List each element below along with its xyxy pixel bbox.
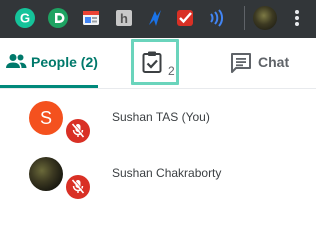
tab-people[interactable]: People (2) (0, 38, 98, 88)
browser-extension-bar: G h (0, 0, 316, 38)
svg-text:h: h (120, 11, 128, 26)
tab-chat-label: Chat (258, 54, 290, 70)
profile-avatar[interactable] (252, 5, 278, 31)
lightning-extension-icon[interactable] (143, 7, 165, 29)
signal-extension-icon[interactable] (206, 7, 228, 29)
h-extension-icon[interactable]: h (113, 7, 135, 29)
list-item[interactable]: S Sushan TAS (You) (0, 94, 316, 150)
participant-name: Sushan TAS (You) (112, 110, 210, 124)
avatar (29, 157, 63, 191)
list-item[interactable]: Sushan Chakraborty (0, 150, 316, 206)
tasks-count: 2 (168, 64, 175, 78)
svg-text:G: G (20, 11, 30, 26)
side-panel-tabs: People (2) 2 Chat (0, 38, 316, 88)
grammarly-extension-icon[interactable]: G (14, 7, 36, 29)
tab-people-label: People (2) (31, 54, 98, 70)
window-extension-icon[interactable] (80, 7, 102, 29)
mic-muted-icon[interactable] (64, 117, 92, 145)
more-options-icon[interactable] (286, 7, 308, 29)
assignment-check-icon (141, 50, 163, 79)
people-icon (5, 53, 27, 74)
avatar: S (29, 101, 63, 135)
toolbar-divider (244, 6, 245, 30)
tab-chat[interactable]: Chat (228, 38, 316, 88)
mic-muted-icon[interactable] (64, 173, 92, 201)
red-check-extension-icon[interactable] (174, 7, 196, 29)
tab-tasks[interactable]: 2 (131, 39, 179, 85)
dashlane-extension-icon[interactable] (47, 7, 69, 29)
participant-name: Sushan Chakraborty (112, 166, 222, 180)
tabs-divider (0, 88, 316, 89)
chat-icon (230, 52, 252, 79)
